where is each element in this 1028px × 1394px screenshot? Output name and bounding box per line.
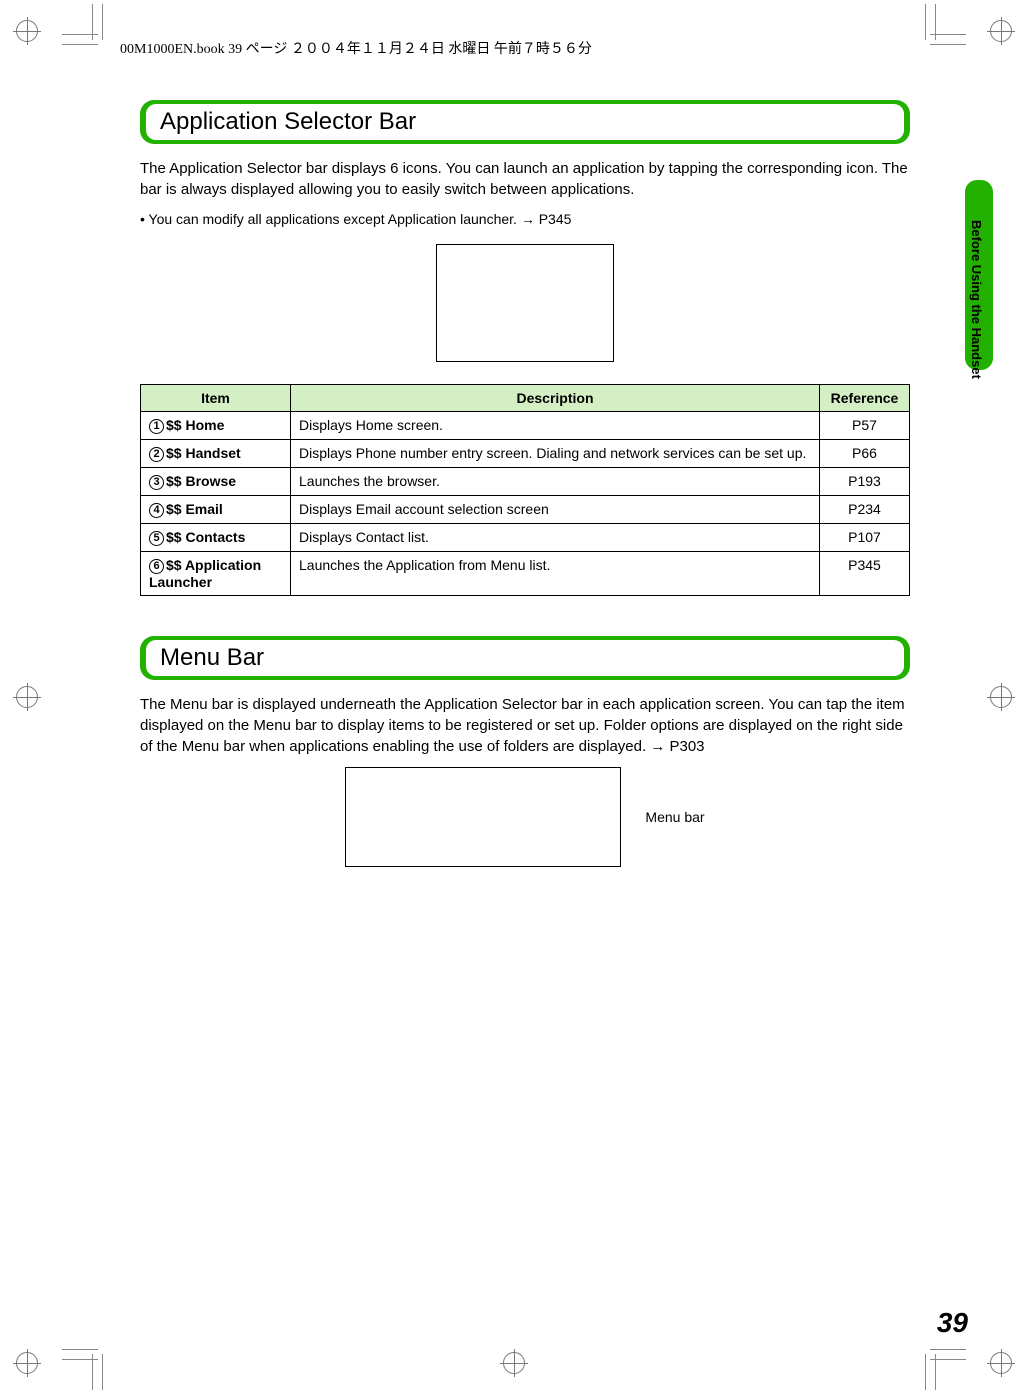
circled-number: 1: [149, 419, 164, 434]
page-header-line: 00M1000EN.book 39 ページ ２００４年１１月２４日 水曜日 午前…: [120, 38, 592, 58]
table-header-item: Item: [141, 384, 291, 411]
crop-mark: [62, 1344, 108, 1390]
item-name: $$ Handset: [166, 445, 241, 461]
section2-paragraph: The Menu bar is displayed underneath the…: [140, 694, 910, 757]
registration-mark: [503, 1352, 525, 1374]
item-reference: P345: [820, 551, 910, 595]
item-name: $$ Email: [166, 501, 223, 517]
table-row: 4$$ Email Displays Email account selecti…: [141, 495, 910, 523]
circled-number: 4: [149, 503, 164, 518]
circled-number: 2: [149, 447, 164, 462]
circled-number: 6: [149, 559, 164, 574]
table-row: 3$$ Browse Launches the browser. P193: [141, 467, 910, 495]
item-description: Displays Email account selection screen: [291, 495, 820, 523]
section1-bullet: You can modify all applications except A…: [140, 210, 910, 230]
side-label: Before Using the Handset: [970, 220, 984, 379]
crop-mark: [920, 1344, 966, 1390]
item-reference: P193: [820, 467, 910, 495]
table-header-reference: Reference: [820, 384, 910, 411]
registration-mark: [990, 1352, 1012, 1374]
registration-mark: [16, 686, 38, 708]
item-name: $$ Browse: [166, 473, 236, 489]
table-header-description: Description: [291, 384, 820, 411]
reference-table: Item Description Reference 1$$ Home Disp…: [140, 384, 910, 596]
crop-mark: [920, 4, 966, 50]
page-number: 39: [937, 1307, 968, 1339]
crop-mark: [62, 4, 108, 50]
item-description: Launches the Application from Menu list.: [291, 551, 820, 595]
item-description: Displays Phone number entry screen. Dial…: [291, 439, 820, 467]
item-name: $$ Home: [166, 417, 224, 433]
registration-mark: [990, 20, 1012, 42]
item-reference: P57: [820, 411, 910, 439]
image-row: Menu bar: [140, 767, 910, 867]
item-reference: P107: [820, 523, 910, 551]
section-heading: Menu Bar: [140, 636, 910, 680]
image-caption: Menu bar: [645, 809, 704, 825]
registration-mark: [990, 686, 1012, 708]
circled-number: 5: [149, 531, 164, 546]
table-row: 1$$ Home Displays Home screen. P57: [141, 411, 910, 439]
item-reference: P234: [820, 495, 910, 523]
table-row: 6$$ Application Launcher Launches the Ap…: [141, 551, 910, 595]
item-description: Displays Contact list.: [291, 523, 820, 551]
item-name: $$ Contacts: [166, 529, 245, 545]
section-title: Application Selector Bar: [146, 104, 904, 140]
registration-mark: [16, 1352, 38, 1374]
table-row: 5$$ Contacts Displays Contact list. P107: [141, 523, 910, 551]
circled-number: 3: [149, 475, 164, 490]
page-content: Application Selector Bar The Application…: [140, 100, 910, 889]
table-row: 2$$ Handset Displays Phone number entry …: [141, 439, 910, 467]
registration-mark: [16, 20, 38, 42]
item-description: Displays Home screen.: [291, 411, 820, 439]
section-title: Menu Bar: [146, 640, 904, 676]
section1-paragraph: The Application Selector bar displays 6 …: [140, 158, 910, 200]
item-reference: P66: [820, 439, 910, 467]
section-heading: Application Selector Bar: [140, 100, 910, 144]
image-placeholder: [345, 767, 621, 867]
item-description: Launches the browser.: [291, 467, 820, 495]
item-name: $$ Application Launcher: [149, 557, 261, 590]
image-placeholder: [436, 244, 614, 362]
